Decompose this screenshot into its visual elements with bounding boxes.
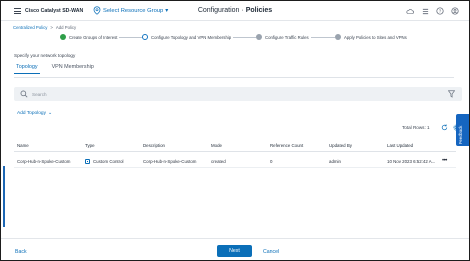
column-header-type[interactable]: Type	[85, 143, 95, 148]
step-label: Configure Topology and VPN Membership	[151, 34, 232, 40]
page-title-prefix: Configuration	[197, 7, 240, 14]
step-label: Apply Policies to Sites and VPNs	[344, 34, 407, 40]
footer-divider	[1, 238, 469, 239]
tab-bar: Topology VPN Membership	[14, 64, 96, 74]
search-icon	[20, 90, 28, 98]
search-input[interactable]	[32, 89, 412, 99]
step-current-icon	[142, 34, 148, 40]
breadcrumb-current: Add Policy	[55, 25, 77, 30]
step-apply-policies[interactable]: Apply Policies to Sites and VPNs	[335, 34, 409, 40]
feedback-label: Feedback	[458, 125, 463, 144]
add-topology-dropdown[interactable]: Add Topology ⌄	[17, 111, 52, 116]
step-configure-topology[interactable]: Configure Topology and VPN Membership	[142, 34, 234, 40]
cell-mode: created	[211, 159, 226, 164]
tab-vpn-membership[interactable]: VPN Membership	[50, 64, 96, 74]
top-bar: Cisco Catalyst SD-WAN Select Resource Gr…	[1, 1, 469, 21]
cell-name: Corp-Hub-n-Spoke-Custom	[17, 159, 71, 164]
breadcrumb-parent-link[interactable]: Centralized Policy	[13, 25, 47, 30]
svg-text:?: ?	[439, 9, 442, 14]
cancel-button[interactable]: Cancel	[263, 249, 279, 255]
chevron-down-icon: ⌄	[47, 111, 53, 116]
total-rows-count: Total Rows: 1	[402, 125, 430, 130]
column-header-description[interactable]: Description	[143, 143, 165, 148]
step-pending-icon	[256, 34, 262, 40]
feedback-tab[interactable]: Feedback	[456, 114, 469, 146]
cloud-icon[interactable]	[406, 7, 414, 15]
cell-updated-by: admin	[329, 159, 341, 164]
table-header: Name Type Description Mode Reference Cou…	[14, 140, 456, 152]
cell-last-updated: 10 Nov 2023 6:52:42 A...	[387, 159, 436, 164]
page-title-separator: ·	[241, 7, 244, 14]
section-subtitle: Specify your network topology	[14, 53, 76, 58]
column-header-last-updated[interactable]: Last Updated	[387, 143, 413, 148]
filter-icon[interactable]	[448, 90, 455, 98]
custom-control-icon	[85, 159, 90, 164]
add-topology-label: Add Topology	[17, 111, 46, 116]
row-more-actions-icon[interactable]: •••	[442, 158, 447, 164]
next-button[interactable]: Next	[217, 245, 252, 257]
wizard-stepper: Create Groups of Interest Configure Topo…	[60, 34, 430, 42]
left-scroll-indicator	[3, 166, 5, 227]
step-done-icon	[60, 34, 66, 40]
cell-description: Corp-Hub-n-Spoke-Custom	[143, 159, 197, 164]
cell-reference-count: 0	[270, 159, 273, 164]
column-header-name[interactable]: Name	[17, 143, 29, 148]
page-title-section: Policies	[245, 7, 273, 14]
search-bar	[14, 87, 462, 101]
tab-divider	[14, 77, 454, 78]
column-header-reference-count[interactable]: Reference Count	[270, 143, 303, 148]
list-icon[interactable]	[421, 7, 429, 15]
page-title: Configuration · Policies	[1, 7, 469, 14]
cell-type: Custom Control	[85, 159, 124, 164]
column-header-updated-by[interactable]: Updated By	[329, 143, 352, 148]
cell-type-label: Custom Control	[93, 159, 124, 164]
topology-table: Name Type Description Mode Reference Cou…	[14, 140, 456, 168]
step-traffic-rules[interactable]: Configure Traffic Rules	[256, 34, 311, 40]
tab-topology[interactable]: Topology	[14, 64, 40, 74]
step-create-groups[interactable]: Create Groups of Interest	[60, 34, 120, 40]
step-label: Create Groups of Interest	[69, 34, 118, 40]
table-row[interactable]: Corp-Hub-n-Spoke-Custom Custom Control C…	[14, 156, 456, 168]
top-right-icons: ?	[406, 7, 459, 15]
breadcrumb: Centralized Policy > Add Policy	[13, 25, 76, 30]
breadcrumb-separator: >	[50, 25, 53, 30]
back-button[interactable]: Back	[15, 249, 27, 255]
column-header-mode[interactable]: Mode	[211, 143, 222, 148]
step-label: Configure Traffic Rules	[265, 34, 309, 40]
refresh-icon[interactable]	[441, 124, 448, 131]
help-icon[interactable]: ?	[436, 7, 444, 15]
user-icon[interactable]	[451, 7, 459, 15]
step-pending-icon	[335, 34, 341, 40]
